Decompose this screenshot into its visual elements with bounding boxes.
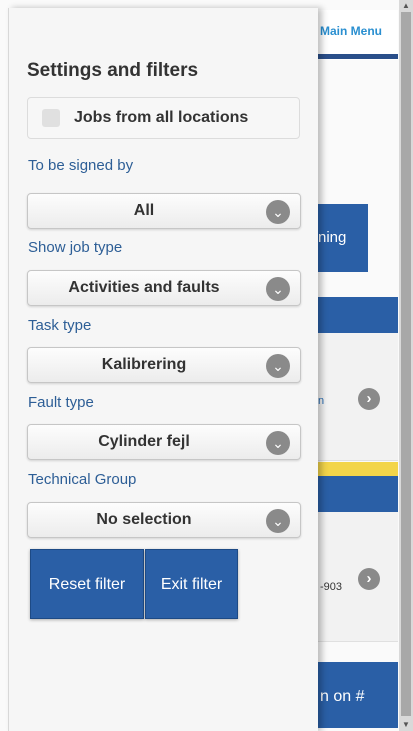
all-locations-toggle[interactable]: Jobs from all locations [27,97,300,139]
task-type-value: Kalibrering [101,356,187,373]
fault-type-select[interactable]: Cylinder fejl ⌄ [27,424,301,460]
chevron-right-icon[interactable]: › [358,568,380,590]
task-type-label: Task type [28,317,92,334]
technical-group-label: Technical Group [28,471,137,488]
highlight-strip [318,462,398,476]
chevron-down-icon: ⌄ [266,509,290,533]
chevron-down-icon: ⌄ [266,277,290,301]
job-card-text: n [318,395,325,407]
reset-filter-button[interactable]: Reset filter [30,549,144,619]
technical-group-select[interactable]: No selection ⌄ [27,502,301,538]
all-locations-checkbox[interactable] [42,109,60,127]
job-card-text: -903 [320,581,343,593]
section-header-band [318,297,398,333]
technical-group-value: No selection [96,511,192,528]
chevron-down-icon: ⌄ [266,200,290,224]
signed-by-value: All [133,202,155,219]
background-bottom-button[interactable]: n on # [318,662,398,728]
all-locations-label: Jobs from all locations [74,109,249,126]
job-card[interactable]: n › [318,333,398,461]
background-action-button-label: ning [318,229,347,246]
chevron-down-icon: ⌄ [266,431,290,455]
chevron-right-icon[interactable]: › [358,388,380,410]
job-type-label: Show job type [28,239,123,256]
section-header-band [318,476,398,512]
background-bottom-button-label: n on # [320,688,365,705]
fault-type-label: Fault type [28,394,94,411]
scrollbar-thumb[interactable] [401,12,411,716]
main-menu-link[interactable]: Main Menu [320,24,382,38]
chevron-down-icon: ⌄ [266,354,290,378]
nav-underline [318,54,398,59]
signed-by-select[interactable]: All ⌄ [27,193,301,229]
settings-panel: Settings and filters Jobs from all locat… [8,8,318,731]
task-type-select[interactable]: Kalibrering ⌄ [27,347,301,383]
job-card[interactable]: -903 › [318,512,398,642]
exit-filter-button[interactable]: Exit filter [145,549,238,619]
scrollbar[interactable]: ▲ ▼ [399,0,413,731]
signed-by-label: To be signed by [28,157,134,174]
job-type-select[interactable]: Activities and faults ⌄ [27,270,301,306]
job-type-value: Activities and faults [68,279,220,296]
scroll-down-arrow-icon[interactable]: ▼ [399,719,413,731]
background-action-button[interactable]: ning [318,204,368,272]
fault-type-value: Cylinder fejl [98,433,190,450]
scroll-up-arrow-icon[interactable]: ▲ [399,0,413,12]
panel-title: Settings and filters [27,60,199,81]
